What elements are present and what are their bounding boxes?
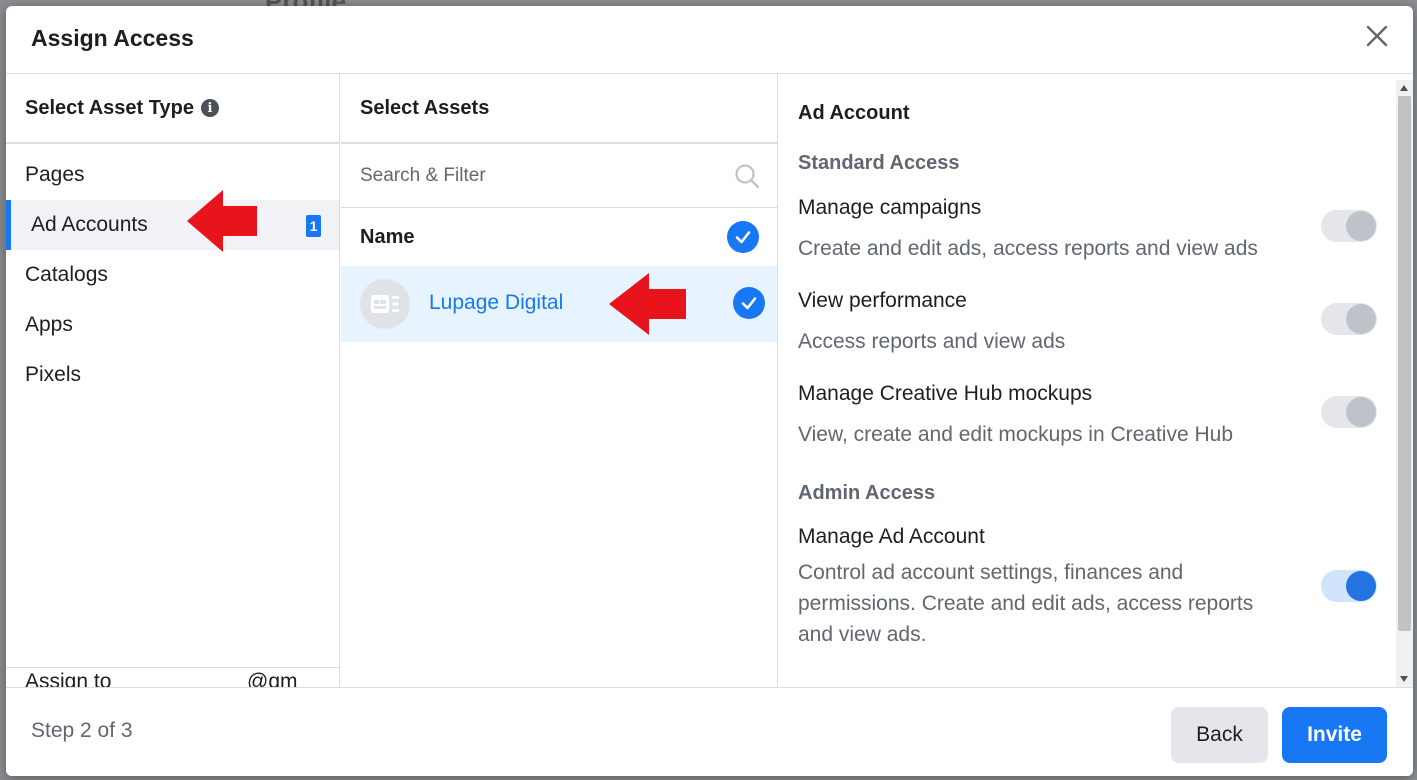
- asset-row[interactable]: Lupage Digital: [341, 266, 777, 342]
- assign-to-section: Assign to @gm: [6, 667, 339, 687]
- permission-name: Manage Creative Hub mockups: [798, 382, 1093, 405]
- permission-manage-creative-hub: Manage Creative Hub mockups View, create…: [798, 382, 1358, 450]
- asset-type-title: Select Asset Type: [25, 96, 194, 119]
- step-indicator: Step 2 of 3: [31, 719, 133, 742]
- check-icon: [741, 297, 757, 310]
- name-header-label: Name: [360, 225, 415, 248]
- asset-type-pixels[interactable]: Pixels: [6, 350, 339, 400]
- asset-type-apps[interactable]: Apps: [6, 300, 339, 350]
- permission-description: Access reports and view ads: [798, 330, 1066, 353]
- modal-title: Assign Access: [31, 25, 194, 51]
- permission-manage-ad-account: Manage Ad Account Control ad account set…: [798, 525, 1358, 650]
- asset-type-label: Pages: [25, 163, 85, 186]
- modal-footer: Step 2 of 3 Back Invite: [6, 687, 1413, 776]
- asset-type-catalogs[interactable]: Catalogs: [6, 250, 339, 300]
- standard-access-label: Standard Access: [798, 152, 960, 174]
- check-icon: [735, 231, 751, 244]
- permissions-panel: Ad Account Standard Access Manage campai…: [779, 74, 1413, 687]
- toggle-manage-ad-account[interactable]: [1321, 570, 1377, 602]
- permission-name: Manage campaigns: [798, 196, 982, 219]
- permissions-title: Ad Account: [798, 102, 910, 124]
- back-button[interactable]: Back: [1171, 707, 1268, 763]
- asset-type-header: Select Asset Type i: [6, 74, 339, 144]
- name-column-header: Name: [341, 208, 777, 266]
- admin-access-label: Admin Access: [798, 482, 936, 504]
- select-assets-column: Select Assets Name: [341, 74, 778, 687]
- permission-view-performance: View performance Access reports and view…: [798, 289, 1358, 357]
- asset-type-pages[interactable]: Pages: [6, 150, 339, 200]
- scroll-down-arrow[interactable]: [1400, 676, 1408, 682]
- toggle-knob: [1346, 211, 1376, 241]
- select-all-checkbox[interactable]: [727, 221, 759, 253]
- toggle-manage-creative-hub[interactable]: [1321, 396, 1377, 428]
- permission-name: Manage Ad Account: [798, 525, 985, 548]
- assign-access-modal: Assign Access Select Asset Type i Pages …: [6, 6, 1413, 776]
- toggle-knob: [1346, 304, 1376, 334]
- permission-description: View, create and edit mockups in Creativ…: [798, 423, 1234, 446]
- asset-type-column: Select Asset Type i Pages Ad Accounts 1 …: [6, 74, 340, 687]
- scroll-thumb[interactable]: [1398, 96, 1411, 631]
- search-row: [341, 144, 777, 208]
- permissions-column: Ad Account Standard Access Manage campai…: [779, 74, 1413, 687]
- asset-type-label: Catalogs: [25, 263, 108, 286]
- search-input[interactable]: [360, 158, 720, 194]
- asset-type-label: Apps: [25, 313, 73, 336]
- toggle-manage-campaigns[interactable]: [1321, 210, 1377, 242]
- invite-button[interactable]: Invite: [1282, 707, 1387, 763]
- asset-checkbox[interactable]: [733, 287, 765, 319]
- info-icon[interactable]: i: [200, 99, 219, 117]
- permission-description: Control ad account settings, finances an…: [798, 561, 1254, 646]
- permission-description: Create and edit ads, access reports and …: [798, 237, 1258, 260]
- assign-to-label: Assign to: [25, 670, 112, 687]
- asset-type-label: Ad Accounts: [31, 213, 148, 236]
- asset-name[interactable]: Lupage Digital: [429, 291, 563, 315]
- ad-account-icon: [360, 279, 410, 329]
- select-assets-header: Select Assets: [341, 74, 777, 144]
- toggle-knob: [1346, 571, 1376, 601]
- red-arrow-icon: [609, 273, 686, 335]
- assign-to-email: @gm: [247, 670, 298, 687]
- permission-manage-campaigns: Manage campaigns Create and edit ads, ac…: [798, 196, 1358, 264]
- scrollbar[interactable]: [1396, 80, 1413, 687]
- search-icon[interactable]: [733, 162, 761, 190]
- modal-header: Assign Access: [6, 6, 1413, 74]
- red-arrow-icon: [187, 190, 257, 252]
- selected-count-badge: 1: [306, 215, 321, 237]
- permission-name: View performance: [798, 289, 967, 312]
- toggle-knob: [1346, 397, 1376, 427]
- asset-type-list: Pages Ad Accounts 1 Catalogs Apps Pixels: [6, 144, 339, 400]
- scroll-up-arrow[interactable]: [1400, 85, 1408, 91]
- close-icon[interactable]: [1363, 22, 1391, 50]
- asset-type-ad-accounts[interactable]: Ad Accounts 1: [6, 200, 339, 250]
- asset-type-label: Pixels: [25, 363, 82, 386]
- toggle-view-performance[interactable]: [1321, 303, 1377, 335]
